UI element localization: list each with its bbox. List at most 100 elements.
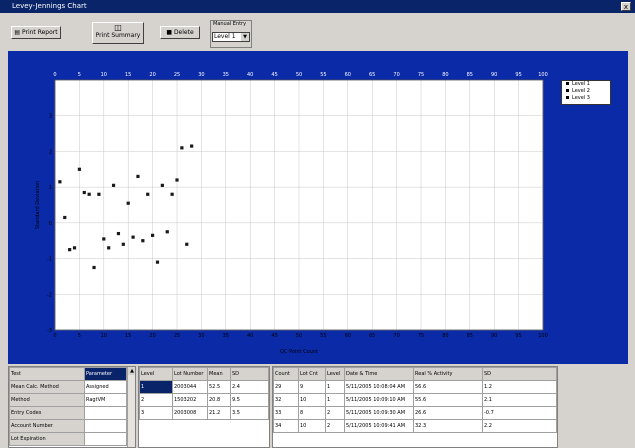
x-tick-label-top: 35: [223, 72, 229, 78]
table-cell: 56.6: [413, 380, 483, 394]
table-cell[interactable]: [84, 406, 127, 420]
table-cell: 3.5: [230, 406, 269, 420]
table-row[interactable]: 2 1503202 20.8 9.5: [139, 393, 269, 407]
table-cell: 1.2: [482, 380, 557, 394]
header-cell: Level: [139, 367, 173, 381]
header-cell: Mean: [207, 367, 231, 381]
table-cell: 3: [139, 406, 173, 420]
table-row[interactable]: Account Number: [9, 419, 127, 433]
parameter-table: Test Parameter Mean Calc. Method Assigned…: [9, 367, 127, 446]
data-point: [116, 231, 121, 236]
legend-item: Level 2: [562, 88, 610, 95]
x-tick-label: 75: [418, 333, 424, 339]
table-cell: Method: [9, 393, 85, 407]
table-cell: 5/11/2005 10:09:10 AM: [344, 393, 414, 407]
header-cell: Real % Activity: [413, 367, 483, 381]
data-point: [126, 201, 130, 205]
table-cell: 2003008: [172, 406, 208, 420]
table-cell: 10: [298, 419, 326, 433]
table-cell: Account Number: [9, 419, 85, 433]
table-cell: Entry Codes: [9, 406, 85, 420]
legend-label: Level 1: [572, 81, 590, 87]
table-cell: 2: [139, 393, 173, 407]
table-cell: 1: [139, 380, 173, 394]
y-tick-label: 1: [49, 185, 52, 191]
table-row[interactable]: 32 10 1 5/11/2005 10:09:10 AM 55.6 2.1: [273, 393, 557, 407]
table-cell: 5/11/2005 10:09:30 AM: [344, 406, 414, 420]
table-cell[interactable]: [84, 432, 127, 446]
x-tick-label: 40: [247, 333, 253, 339]
table-cell: Lot Expiration: [9, 432, 85, 446]
data-point: [170, 192, 174, 196]
scroll-up-icon[interactable]: ▲: [128, 367, 135, 375]
x-tick-label: 15: [125, 333, 131, 339]
table-row[interactable]: 3 2003008 21.2 3.5: [139, 406, 269, 420]
table-cell: 1: [325, 393, 345, 407]
parameter-scrollbar[interactable]: ▲: [127, 367, 135, 447]
table-row[interactable]: Entry Codes: [9, 406, 127, 420]
data-point: [131, 235, 135, 239]
table-row[interactable]: 34 10 2 5/11/2005 10:09:41 AM 32.3 2.2: [273, 419, 557, 433]
y-tick-label: 3: [49, 114, 52, 120]
x-tick-label: 20: [149, 333, 155, 339]
table-cell: 10: [298, 393, 326, 407]
data-point: [175, 178, 179, 182]
table-cell: 5/11/2005 10:09:41 AM: [344, 419, 414, 433]
x-tick-label-top: 20: [149, 72, 155, 78]
x-tick-label-top: 70: [393, 72, 399, 78]
table-header-row: Test Parameter: [9, 367, 127, 381]
data-point: [185, 242, 189, 246]
x-tick-label-top: 30: [198, 72, 204, 78]
table-row[interactable]: 33 8 2 5/11/2005 10:09:30 AM 26.6 -0.7: [273, 406, 557, 420]
table-cell[interactable]: RagtVM: [84, 393, 127, 407]
table-row[interactable]: 29 9 1 5/11/2005 10:08:04 AM 56.6 1.2: [273, 380, 557, 394]
data-point: [87, 192, 91, 196]
data-point: [111, 183, 116, 187]
table-cell: 1: [325, 380, 345, 394]
table-cell: 52.5: [207, 380, 231, 394]
header-cell: SD: [230, 367, 269, 381]
table-row[interactable]: Mean Calc. Method Assigned: [9, 380, 127, 394]
data-point: [63, 215, 67, 220]
x-tick-label: 5: [78, 333, 81, 339]
level-panel: Level Lot Number Mean SD 1 2003044 52.5 2.4…: [138, 366, 270, 448]
table-cell[interactable]: [84, 419, 127, 433]
x-tick-label: 45: [271, 333, 277, 339]
x-tick-label: 60: [345, 333, 351, 339]
qc-data-table: Count Lot Cnt Level Date & Time Real % A…: [273, 367, 557, 433]
data-point: [155, 260, 160, 264]
table-cell: 26.6: [413, 406, 483, 420]
y-axis-label: Standard Deviation: [35, 181, 41, 229]
table-cell: 55.6: [413, 393, 483, 407]
table-cell[interactable]: Assigned: [84, 380, 127, 394]
x-tick-label: 85: [467, 333, 473, 339]
x-tick-label-top: 75: [418, 72, 424, 78]
x-axis-label: QC Point Count: [280, 349, 318, 355]
parameter-panel: Test Parameter Mean Calc. Method Assigned…: [8, 366, 136, 448]
data-point: [92, 265, 96, 270]
x-tick-label-top: 5: [78, 72, 81, 78]
table-cell: 32: [273, 393, 299, 407]
x-tick-label: 25: [174, 333, 180, 339]
x-tick-label-top: 85: [467, 72, 473, 78]
table-cell: 20.8: [207, 393, 231, 407]
x-tick-label: 50: [296, 333, 302, 339]
x-tick-label: 55: [320, 333, 326, 339]
y-tick-label: -2: [47, 292, 52, 298]
x-tick-label: 80: [442, 333, 448, 339]
header-cell[interactable]: Parameter: [84, 367, 127, 381]
table-row[interactable]: 1 2003044 52.5 2.4: [139, 380, 269, 394]
table-cell: 9.5: [230, 393, 269, 407]
data-point: [107, 246, 111, 250]
table-row[interactable]: Method RagtVM: [9, 393, 127, 407]
x-tick-label: 100: [538, 333, 548, 339]
table-cell: 2.2: [482, 419, 557, 433]
table-row[interactable]: Lot Expiration: [9, 432, 127, 446]
table-cell: 34: [273, 419, 299, 433]
level-table: Level Lot Number Mean SD 1 2003044 52.5 2.4…: [139, 367, 269, 420]
header-cell: Test: [9, 367, 85, 381]
table-cell: 2.4: [230, 380, 269, 394]
header-cell: Level: [325, 367, 345, 381]
x-tick-label-top: 100: [538, 72, 548, 78]
table-cell: 29: [273, 380, 299, 394]
